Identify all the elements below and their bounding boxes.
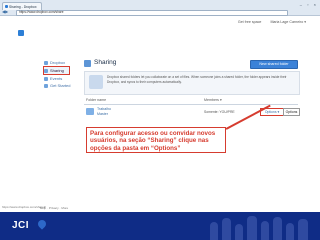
sidebar-item-label: Dropbox — [50, 60, 66, 65]
table-header: Folder name Members ▾ — [84, 98, 298, 105]
box-icon — [44, 60, 48, 65]
status-url: https://www.dropbox.com/share# — [2, 205, 46, 209]
col-folder-name[interactable]: Folder name — [86, 98, 106, 102]
shared-folder-illustration-icon — [89, 75, 103, 89]
sidebar-nav: Dropbox Sharing Events Get Started — [43, 59, 71, 89]
back-forward-icon[interactable]: ◀▶ — [2, 9, 8, 14]
folder-name[interactable]: Trabalho Master — [97, 107, 111, 116]
jci-logo: JCI — [12, 220, 30, 231]
folder-members: Somente: YOU/PRE — [204, 110, 235, 114]
col-members[interactable]: Members ▾ — [204, 98, 222, 102]
sidebar-item-events[interactable]: Events — [44, 75, 70, 82]
sharing-info-text: Dropbox shared folders let you collabora… — [107, 75, 287, 84]
dropbox-box-icon — [18, 30, 24, 36]
star-icon — [44, 83, 48, 88]
instruction-callout: Para configurar acesso ou convidar novos… — [86, 127, 226, 153]
window-controls[interactable]: – ▫ × — [300, 2, 318, 7]
dropbox-page: Get free space Maria Lage Carneiro ▾ Dro… — [0, 16, 320, 212]
location-pin-icon — [36, 218, 48, 230]
user-links: Get free space Maria Lage Carneiro ▾ — [230, 20, 306, 24]
address-text: https://www.dropbox.com/share — [19, 10, 64, 14]
sharing-icon — [84, 60, 91, 67]
account-menu[interactable]: Maria Lage Carneiro ▾ — [270, 20, 306, 24]
new-shared-folder-button[interactable]: New shared folder — [250, 60, 298, 69]
sidebar-item-label: Get Started — [50, 83, 71, 88]
get-free-space-link[interactable]: Get free space — [238, 20, 262, 24]
sharing-info-box: Dropbox shared folders let you collabora… — [84, 71, 300, 95]
dropbox-logo[interactable] — [18, 30, 40, 36]
dropbox-favicon-icon — [4, 5, 8, 8]
jci-footer: JCI — [0, 212, 320, 240]
page-title: Sharing — [94, 59, 117, 66]
sidebar-item-sharing[interactable]: Sharing — [43, 66, 71, 75]
tab-title: Sharing - Dropbox — [9, 5, 37, 9]
sharing-header: Sharing New shared folder — [84, 59, 298, 69]
people-icon — [44, 68, 48, 73]
sidebar-item-dropbox[interactable]: Dropbox — [44, 59, 70, 66]
footer-links[interactable]: Help · Privacy · More — [40, 206, 68, 210]
sidebar-item-label: Events — [50, 76, 63, 81]
shared-folder-icon — [86, 108, 94, 115]
sidebar-item-label: Sharing — [50, 68, 64, 73]
options-menu-item[interactable]: Options — [283, 108, 300, 116]
calendar-icon — [44, 76, 48, 81]
sidebar-item-get-started[interactable]: Get Started — [44, 82, 70, 89]
browser-chrome: Sharing - Dropbox – ▫ × ◀▶ https://www.d… — [0, 0, 320, 16]
